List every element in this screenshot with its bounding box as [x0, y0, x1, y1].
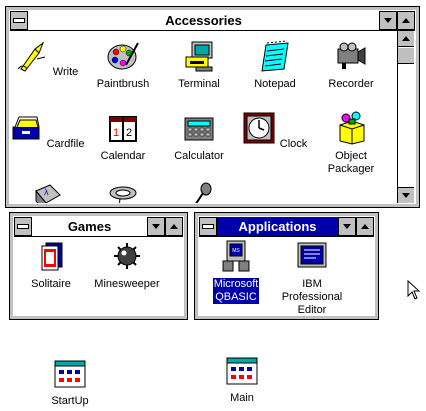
- accessories-window[interactable]: Accessories Write Paintbrush Terminal No…: [5, 6, 420, 208]
- startup-group-icon[interactable]: StartUp: [25, 360, 115, 407]
- applications-window[interactable]: Applications MS Microsoft QBASIC IBM Pro…: [194, 212, 379, 320]
- calculator-icon: [184, 117, 214, 141]
- item-label: Calendar: [100, 150, 146, 162]
- program-item[interactable]: λ: [10, 181, 86, 203]
- editor-icon: [297, 242, 327, 268]
- minimize-button[interactable]: [338, 217, 356, 236]
- solitaire-program-item[interactable]: Solitaire: [14, 239, 90, 291]
- program-item[interactable]: [160, 181, 238, 203]
- minesweeper-program-item[interactable]: Minesweeper: [88, 239, 166, 291]
- package-icon: [339, 111, 365, 145]
- item-label: IBM Professional Editor: [281, 278, 343, 315]
- clock-icon: [243, 112, 275, 144]
- program-item[interactable]: [84, 181, 162, 203]
- group-label: StartUp: [51, 395, 89, 407]
- svg-text:λ: λ: [44, 187, 49, 197]
- write-icon: [17, 41, 45, 72]
- svg-text:2: 2: [126, 127, 132, 139]
- terminal-program-item[interactable]: Terminal: [160, 39, 238, 91]
- item-label: Notepad: [254, 78, 296, 90]
- item-label: Object Packager: [327, 150, 375, 175]
- notepad-program-item[interactable]: Notepad: [236, 39, 314, 91]
- window-title: Games: [67, 219, 112, 234]
- cardfile-icon: [12, 116, 40, 140]
- qbasic-icon: MS: [222, 240, 250, 272]
- maximize-button[interactable]: [397, 11, 415, 30]
- solitaire-icon: [41, 242, 63, 271]
- microphone-icon: [195, 182, 212, 203]
- program-group-icon: [54, 360, 86, 388]
- item-label: Recorder: [328, 78, 374, 90]
- object-packager-program-item[interactable]: Object Packager: [312, 111, 390, 176]
- ibm-professional-editor-program-item[interactable]: IBM Professional Editor: [273, 239, 351, 315]
- item-label: Calculator: [174, 150, 224, 162]
- system-menu-button[interactable]: [10, 11, 28, 30]
- games-window[interactable]: Games Solitaire Minesweeper: [9, 212, 188, 320]
- video-camera-icon: [337, 42, 366, 69]
- system-menu-button[interactable]: [199, 217, 217, 236]
- item-label: Paintbrush: [96, 78, 150, 90]
- window-title: Accessories: [165, 13, 242, 28]
- item-label: Clock: [279, 138, 308, 150]
- calculator-program-item[interactable]: Calculator: [160, 111, 238, 163]
- scroll-up-arrow[interactable]: [398, 31, 414, 47]
- terminal-icon: [185, 41, 213, 72]
- svg-text:1: 1: [113, 127, 119, 139]
- clock-program-item[interactable]: Clock: [236, 111, 314, 151]
- microsoft-qbasic-program-item[interactable]: MS Microsoft QBASIC: [199, 239, 275, 304]
- mine-icon: [114, 243, 140, 269]
- minimize-button[interactable]: [379, 11, 397, 30]
- scroll-down-arrow[interactable]: [398, 187, 414, 203]
- main-group-icon[interactable]: Main: [197, 357, 287, 404]
- minimize-button[interactable]: [147, 217, 165, 236]
- write-program-item[interactable]: Write: [10, 39, 86, 79]
- item-label: Write: [52, 66, 79, 78]
- scroll-thumb[interactable]: [398, 48, 414, 64]
- calendar-icon: 1 2: [109, 116, 137, 142]
- item-label: Solitaire: [31, 278, 71, 290]
- paintbrush-icon: [107, 42, 139, 70]
- media-player-icon: [109, 186, 137, 203]
- calendar-program-item[interactable]: 1 2 Calendar: [84, 111, 162, 163]
- maximize-button[interactable]: [165, 217, 183, 236]
- item-label: Cardfile: [46, 138, 85, 150]
- item-label: Microsoft QBASIC: [212, 278, 260, 304]
- recorder-program-item[interactable]: Recorder: [312, 39, 390, 91]
- vertical-scrollbar[interactable]: [397, 31, 415, 203]
- item-label: Terminal: [178, 78, 220, 90]
- applications-titlebar[interactable]: Applications: [199, 217, 374, 237]
- program-group-icon: [226, 357, 258, 385]
- games-titlebar[interactable]: Games: [14, 217, 183, 237]
- group-label: Main: [230, 392, 254, 404]
- maximize-button[interactable]: [356, 217, 374, 236]
- item-label: Minesweeper: [94, 278, 160, 290]
- cardfile-program-item[interactable]: Cardfile: [10, 111, 86, 151]
- notepad-icon: [261, 40, 289, 72]
- system-menu-button[interactable]: [14, 217, 32, 236]
- character-map-icon: λ: [35, 184, 61, 203]
- svg-text:MS: MS: [232, 248, 240, 254]
- mouse-pointer-icon: [407, 280, 421, 300]
- window-title: Applications: [238, 219, 317, 234]
- paintbrush-program-item[interactable]: Paintbrush: [84, 39, 162, 91]
- accessories-titlebar[interactable]: Accessories: [10, 11, 415, 31]
